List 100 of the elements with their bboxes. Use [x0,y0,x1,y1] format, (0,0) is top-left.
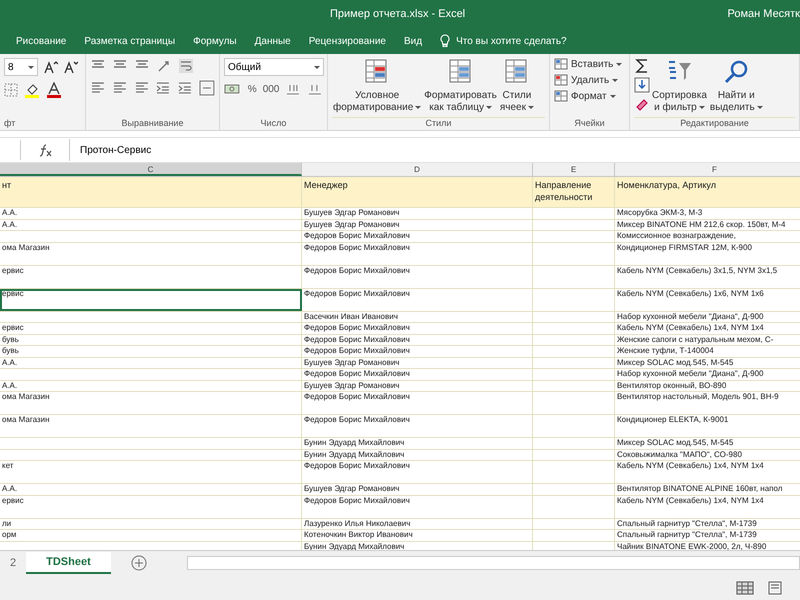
cell-styles-button[interactable]: Стили ячеек [498,58,535,117]
table-cell: Лазуренко Илья Николаевич [302,518,533,529]
table-cell: ома Магазин [0,415,302,437]
font-color-icon[interactable] [46,82,62,98]
increase-decimal-icon[interactable] [285,82,302,96]
table-cell: Миксер BINATONE HM 212,6 скор. 150вт, М-4 [615,220,800,230]
table-cell: Федоров Борис Михайлович [302,461,533,483]
fill-color-icon[interactable] [24,82,40,98]
ribbon-tab[interactable]: Формулы [185,32,245,50]
percent-button[interactable]: % [248,84,257,94]
table-cell: Вентилятор оконный, ВО-890 [615,380,800,391]
grow-font-icon[interactable] [44,60,58,74]
format-cells-button[interactable]: Формат [554,90,625,102]
indent-icon[interactable] [155,80,172,96]
borders-icon[interactable] [4,83,18,97]
shrink-font-icon[interactable] [64,60,78,74]
ribbon-tab[interactable]: Вид [396,32,430,50]
table-cell: Кондиционер FIRMSTAR 12M, К-900 [615,242,800,264]
column-header[interactable]: F [615,163,800,176]
header-cell: Направление деятельности [533,177,615,207]
sort-filter-button[interactable]: Сортировка и фильтр [651,58,708,117]
currency-format-icon[interactable] [224,82,242,96]
ribbon-tab[interactable]: Рецензирование [300,32,394,50]
column-header[interactable]: C [0,163,302,176]
ribbon-tab[interactable]: Разметка страницы [76,32,184,50]
font-size-dropdown[interactable]: 8 [4,58,38,76]
horizontal-scrollbar[interactable] [186,556,800,570]
add-sheet-icon[interactable] [130,555,147,571]
table-cell: Бушуев Эдгар Романович [302,208,533,218]
table-cell: Кабель NYM (Севкабель) 1х4, NYM 1х4 [615,461,800,483]
table-cell: Котеночкин Виктор Иванович [302,530,533,540]
table-cell: ервис [0,323,302,334]
table-cell: Федоров Борис Михайлович [302,346,533,356]
function-icon[interactable] [37,143,53,157]
decrease-decimal-icon[interactable] [307,82,323,96]
sheet-tab[interactable]: 2 [0,553,26,573]
ribbon-tab[interactable]: Рисование [8,32,74,50]
delete-cells-icon [554,74,568,86]
table-cell: бувь [0,346,302,356]
lightbulb-icon [440,34,450,48]
table-cell: Бушуев Эдгар Романович [302,358,533,368]
thousands-separator-button[interactable]: 000 [262,84,280,94]
table-cell: кет [0,461,302,483]
table-cell: Федоров Борис Михайлович [302,231,533,242]
table-cell: Кабель NYM (Севкабель) 3х1,5, NYM 3х1,5 [615,266,800,288]
table-cell: А.А. [0,484,302,494]
group-label: Редактирование [679,118,750,128]
table-cell: Федоров Борис Михайлович [302,323,533,334]
column-header[interactable]: D [302,163,533,176]
table-cell: Набор кухонной мебели "Диана", Д-900 [615,312,800,322]
table-cell: Кабель NYM (Севкабель) 1х4, NYM 1х4 [615,496,800,518]
table-cell: Бунин Эдуард Михайлович [302,438,533,448]
indent-icon[interactable] [177,80,194,96]
table-cell: ервис [0,266,302,288]
table-cell: Соковыжималка "МАПО", СО-980 [615,450,800,460]
table-cell: Миксер SOLAC мод.545, М-545 [615,438,800,448]
page-layout-icon[interactable] [766,580,784,594]
window-title: Пример отчета.xlsx - Excel [330,8,466,20]
table-cell: Комиссионное вознаграждение, [615,231,800,242]
tell-me-field[interactable]: Что вы хотите сделать? [454,34,608,48]
normal-view-icon[interactable] [736,580,754,594]
table-cell: Бушуев Эдгар Романович [302,380,533,391]
format-as-table-button[interactable]: Форматировать как таблицу [423,58,498,117]
group-label: фт [4,118,16,128]
conditional-formatting-button[interactable]: Условное форматирование [332,58,422,117]
find-select-button[interactable]: Найти и выделить [708,58,764,117]
table-cell: Федоров Борис Михайлович [302,334,533,345]
table-cell: Женские сапоги с натуральным мехом, С- [615,334,800,345]
table-cell: бувь [0,334,302,345]
user-name: Роман Месятк [728,8,800,20]
delete-cells-button[interactable]: Удалить [554,74,625,86]
table-cell: Миксер SOLAC мод.545, М-545 [615,358,800,368]
table-cell: А.А. [0,358,302,368]
table-cell: ли [0,518,302,529]
insert-cells-button[interactable]: Вставить [554,58,625,70]
sheet-tab[interactable]: TDSheet [26,552,111,574]
wrap-text-icon[interactable] [178,58,194,74]
table-cell: Федоров Борис Михайлович [302,392,533,414]
table-cell: Федоров Борис Михайлович [302,266,533,288]
table-cell: А.А. [0,380,302,391]
table-cell: Кабель NYM (Севкабель) 1х6, NYM 1х6 [615,288,800,310]
format-cells-icon [554,90,568,102]
table-cell: ома Магазин [0,242,302,264]
table-cell: Федоров Борис Михайлович [302,288,533,310]
group-label: Ячейки [573,118,606,128]
merge-cells-icon[interactable] [199,80,215,96]
table-cell: Кабель NYM (Севкабель) 1х4, NYM 1х4 [615,323,800,334]
table-cell: Федоров Борис Михайлович [302,496,533,518]
autosum-icon[interactable] [634,58,650,74]
table-cell: Женские туфли, Т-140004 [615,346,800,356]
fill-down-icon[interactable] [634,77,650,93]
table-cell: А.А. [0,220,302,230]
table-cell: ервис [0,496,302,518]
ribbon-tab[interactable]: Данные [246,32,299,50]
table-cell: Бунин Эдуард Михайлович [302,450,533,460]
number-format-dropdown[interactable]: Общий [224,58,324,76]
header-cell: Номенклатура, Артикул [615,177,800,207]
column-header[interactable]: E [533,163,615,176]
table-cell: Федоров Борис Михайлович [302,415,533,437]
table-cell: Вентилятор BINATONE ALPINE 160вт, напол [615,484,800,494]
